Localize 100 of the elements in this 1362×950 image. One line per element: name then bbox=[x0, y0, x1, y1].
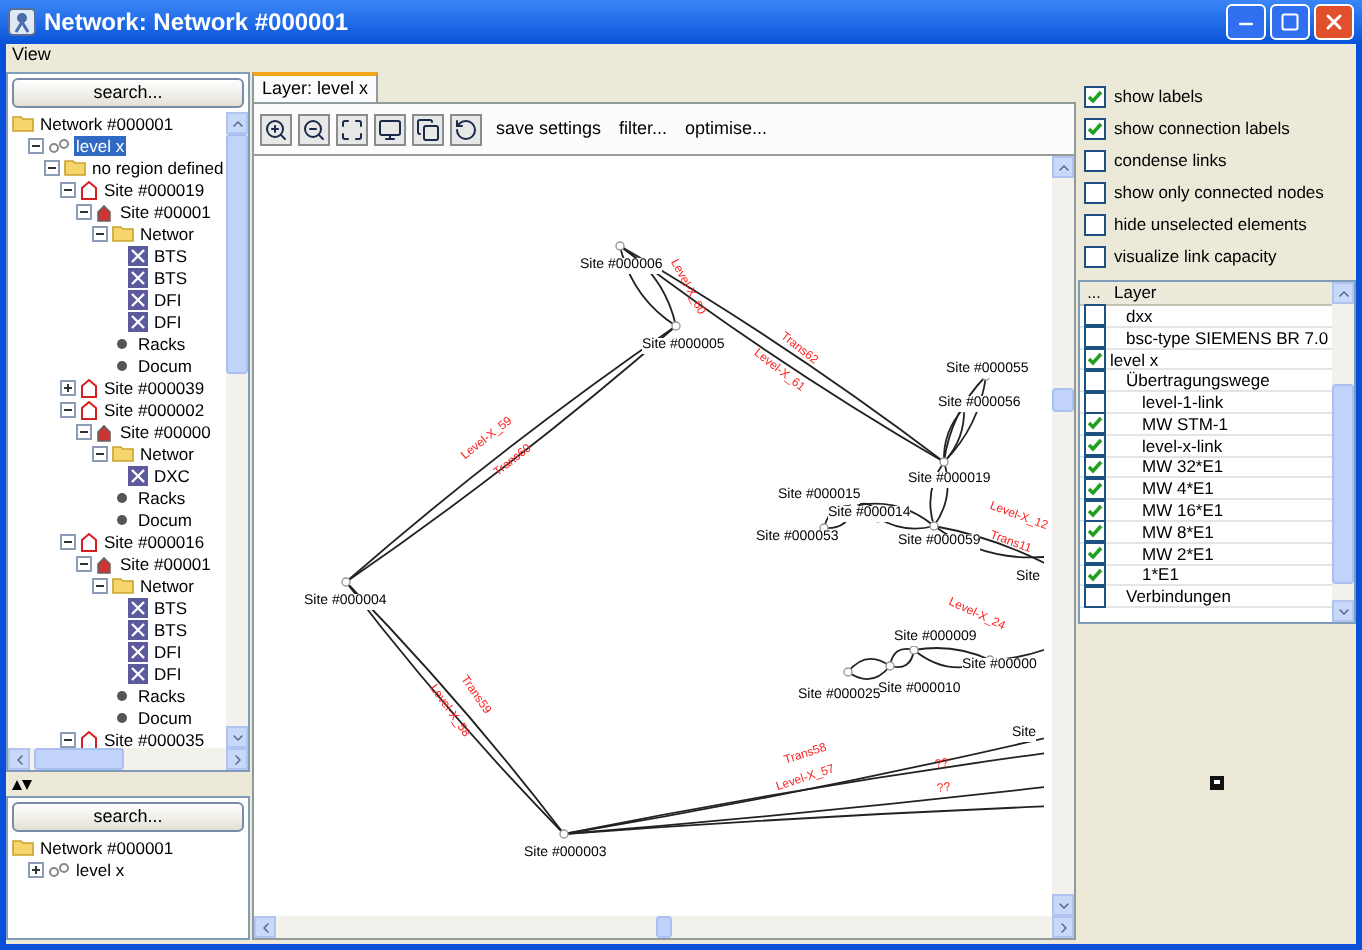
collapse-toggle-icon[interactable] bbox=[92, 445, 108, 461]
collapse-toggle-icon[interactable] bbox=[92, 577, 108, 593]
scrollbar-thumb[interactable] bbox=[656, 916, 672, 938]
column-header[interactable]: ... bbox=[1080, 282, 1108, 305]
checkbox[interactable] bbox=[1084, 213, 1106, 235]
reset-button[interactable] bbox=[450, 113, 482, 145]
search-button[interactable]: search... bbox=[12, 78, 244, 108]
tree-item[interactable]: level x bbox=[74, 135, 127, 155]
tree-item[interactable]: Docum bbox=[136, 707, 194, 727]
tab[interactable]: Layer: level x bbox=[252, 72, 379, 102]
splitter-arrows-icon[interactable] bbox=[12, 779, 32, 789]
tree-item[interactable]: DFI bbox=[152, 641, 184, 661]
layer-name[interactable]: level x bbox=[1108, 349, 1159, 369]
tree-item[interactable]: no region defined bbox=[90, 157, 226, 177]
checkbox[interactable] bbox=[1084, 181, 1106, 203]
tree-item[interactable]: Racks bbox=[136, 685, 188, 705]
toolbar-text-button[interactable]: optimise... bbox=[681, 115, 772, 143]
collapse-toggle-icon[interactable] bbox=[28, 137, 44, 153]
checkbox[interactable] bbox=[1083, 499, 1105, 522]
scrollbar-thumb[interactable] bbox=[34, 748, 124, 770]
expand-toggle-icon[interactable] bbox=[60, 379, 76, 395]
layer-name[interactable]: Übertragungswege bbox=[1108, 370, 1270, 391]
checkbox[interactable] bbox=[1083, 563, 1105, 586]
zoom-in-button[interactable] bbox=[260, 113, 292, 145]
tree-item[interactable]: Networ bbox=[138, 223, 196, 243]
checkbox[interactable] bbox=[1083, 477, 1105, 500]
checkbox[interactable] bbox=[1083, 520, 1105, 543]
tree-item[interactable]: DFI bbox=[152, 663, 184, 683]
screen-button[interactable] bbox=[374, 113, 406, 145]
checkbox[interactable] bbox=[1083, 542, 1105, 565]
checkbox[interactable] bbox=[1084, 149, 1106, 171]
checkbox[interactable] bbox=[1083, 391, 1105, 414]
scrollbar-thumb[interactable] bbox=[1052, 388, 1074, 412]
fit-view-button[interactable] bbox=[336, 113, 368, 145]
checkbox[interactable] bbox=[1083, 585, 1105, 608]
collapse-toggle-icon[interactable] bbox=[76, 423, 92, 439]
tree-item[interactable]: DXC bbox=[152, 465, 192, 485]
collapse-toggle-icon[interactable] bbox=[60, 181, 76, 197]
layer-name[interactable]: level-x-link bbox=[1108, 435, 1223, 456]
layer-name[interactable]: dxx bbox=[1108, 305, 1153, 326]
option-label[interactable]: hide unselected elements bbox=[1114, 211, 1307, 237]
checkbox[interactable] bbox=[1084, 245, 1106, 267]
option-label[interactable]: show labels bbox=[1114, 83, 1203, 109]
minimize-button[interactable] bbox=[1226, 4, 1266, 40]
horizontal-scrollbar[interactable] bbox=[30, 748, 226, 770]
maximize-button[interactable] bbox=[1270, 4, 1310, 40]
layer-name[interactable]: bsc-type SIEMENS BR 7.0 bbox=[1108, 327, 1329, 348]
search-button[interactable]: search... bbox=[12, 802, 244, 832]
vertical-scrollbar[interactable] bbox=[1052, 178, 1074, 894]
close-button[interactable] bbox=[1314, 4, 1354, 40]
checkbox[interactable] bbox=[1083, 455, 1105, 478]
horizontal-scrollbar[interactable] bbox=[276, 916, 1052, 938]
vertical-scrollbar[interactable] bbox=[226, 134, 248, 726]
zoom-out-button[interactable] bbox=[298, 113, 330, 145]
scrollbar-thumb[interactable] bbox=[1332, 384, 1354, 584]
tree-item[interactable]: Site #000019 bbox=[102, 179, 207, 199]
expand-toggle-icon[interactable] bbox=[28, 861, 44, 877]
scrollbar-thumb[interactable] bbox=[226, 134, 248, 374]
collapse-toggle-icon[interactable] bbox=[92, 225, 108, 241]
tree-item[interactable]: Docum bbox=[136, 509, 194, 529]
collapse-toggle-icon[interactable] bbox=[60, 731, 76, 747]
tree-item[interactable]: Network #000001 bbox=[38, 113, 176, 133]
copy-button[interactable] bbox=[412, 113, 444, 145]
checkbox[interactable] bbox=[1083, 348, 1105, 370]
layer-name[interactable]: Verbindungen bbox=[1108, 586, 1231, 607]
tree-item[interactable]: Site #000035 bbox=[102, 729, 207, 748]
layer-name[interactable]: MW 16*E1 bbox=[1108, 500, 1224, 521]
tree-item[interactable]: BTS bbox=[152, 245, 190, 265]
tree-item[interactable]: Networ bbox=[138, 575, 196, 595]
tree-item[interactable]: Docum bbox=[136, 355, 194, 375]
layer-name[interactable]: level-1-link bbox=[1108, 392, 1224, 413]
tree-item[interactable]: Site #000016 bbox=[102, 531, 207, 551]
collapse-toggle-icon[interactable] bbox=[76, 555, 92, 571]
layer-name[interactable]: MW 2*E1 bbox=[1108, 543, 1214, 564]
layer-name[interactable]: 1*E1 bbox=[1108, 564, 1179, 585]
tree-item[interactable]: Site #000002 bbox=[102, 399, 207, 419]
tree-item[interactable]: Racks bbox=[136, 487, 188, 507]
checkbox[interactable] bbox=[1083, 326, 1105, 349]
toolbar-text-button[interactable]: filter... bbox=[615, 115, 672, 143]
option-label[interactable]: show connection labels bbox=[1114, 115, 1290, 141]
tree-item[interactable]: DFI bbox=[152, 311, 184, 331]
checkbox[interactable] bbox=[1084, 85, 1106, 107]
tree-item[interactable]: Site #00001 bbox=[118, 553, 213, 573]
checkbox[interactable] bbox=[1083, 412, 1105, 435]
layer-name[interactable]: MW 8*E1 bbox=[1108, 521, 1214, 542]
tree-item[interactable]: BTS bbox=[152, 619, 190, 639]
vertical-scrollbar[interactable] bbox=[1332, 304, 1354, 600]
layer-name[interactable]: MW 32*E1 bbox=[1108, 456, 1224, 477]
option-label[interactable]: condense links bbox=[1114, 147, 1227, 173]
collapse-toggle-icon[interactable] bbox=[44, 159, 60, 175]
tree-item[interactable]: Network #000001 bbox=[38, 837, 176, 857]
column-header[interactable]: Layer bbox=[1108, 282, 1157, 306]
tree-item[interactable]: Networ bbox=[138, 443, 196, 463]
tree-item[interactable]: Site #00000 bbox=[118, 421, 213, 441]
checkbox[interactable] bbox=[1083, 434, 1105, 457]
tree-item[interactable]: BTS bbox=[152, 597, 190, 617]
layer-name[interactable]: MW 4*E1 bbox=[1108, 478, 1214, 499]
collapse-toggle-icon[interactable] bbox=[60, 401, 76, 417]
tree-item[interactable]: Site #000039 bbox=[102, 377, 207, 397]
tree-item[interactable]: Site #00001 bbox=[118, 201, 213, 221]
